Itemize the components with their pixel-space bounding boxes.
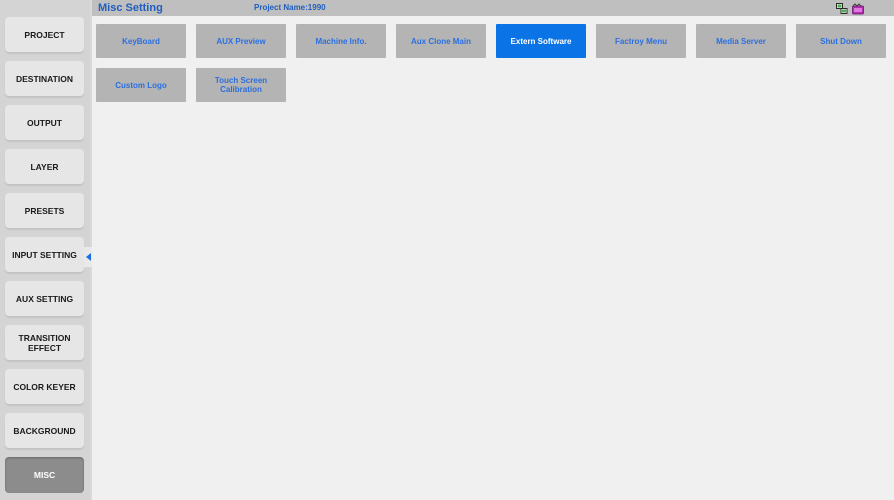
sidebar-item-layer[interactable]: LAYER (5, 149, 84, 185)
sidebar: PROJECT DESTINATION OUTPUT LAYER PRESETS… (0, 0, 90, 500)
sidebar-item-output[interactable]: OUTPUT (5, 105, 84, 141)
page-title: Misc Setting (98, 2, 163, 14)
touch-screen-calibration-button[interactable]: Touch Screen Calibration (196, 68, 286, 102)
tile-label: Machine Info. (315, 36, 367, 46)
tile-label: Factroy Menu (614, 36, 667, 46)
tile-label: Aux Clone Main (410, 36, 471, 46)
sidebar-item-aux-setting[interactable]: AUX SETTING (5, 281, 84, 317)
sidebar-item-project[interactable]: PROJECT (5, 17, 84, 53)
sidebar-item-presets[interactable]: PRESETS (5, 193, 84, 229)
keyboard-button[interactable]: KeyBoard (96, 24, 186, 58)
tile-label: Media Server (716, 36, 766, 46)
status-icons (836, 2, 864, 15)
custom-logo-button[interactable]: Custom Logo (96, 68, 186, 102)
header-bar: Misc Setting Project Name:1990 (92, 0, 894, 16)
sidebar-item-label: AUX SETTING (15, 294, 74, 304)
sidebar-item-label: PROJECT (24, 30, 65, 40)
sidebar-item-label: PRESETS (24, 206, 65, 216)
sidebar-item-transition-effect[interactable]: TRANSITION EFFECT (5, 325, 84, 361)
sidebar-item-color-keyer[interactable]: COLOR KEYER (5, 369, 84, 405)
media-status-icon[interactable] (852, 2, 864, 15)
sidebar-item-destination[interactable]: DESTINATION (5, 61, 84, 97)
aux-clone-main-button[interactable]: Aux Clone Main (396, 24, 486, 58)
project-name: Project Name:1990 (254, 3, 326, 12)
tile-label: AUX Preview (216, 36, 266, 46)
sidebar-item-label: BACKGROUND (13, 426, 76, 436)
sidebar-item-label: LAYER (30, 162, 59, 172)
machine-info-button[interactable]: Machine Info. (296, 24, 386, 58)
sidebar-item-background[interactable]: BACKGROUND (5, 413, 84, 449)
sidebar-item-label: DESTINATION (16, 74, 73, 84)
aux-preview-button[interactable]: AUX Preview (196, 24, 286, 58)
tile-label: Shut Down (820, 36, 862, 46)
extern-software-button[interactable]: Extern Software (496, 24, 586, 58)
chevron-left-icon (85, 253, 91, 261)
media-server-button[interactable]: Media Server (696, 24, 786, 58)
network-status-icon[interactable] (836, 2, 848, 14)
tile-label: Touch Screen Calibration (214, 76, 268, 94)
sidebar-item-label: INPUT SETTING (12, 250, 77, 260)
shut-down-button[interactable]: Shut Down (796, 24, 886, 58)
sidebar-collapse-handle[interactable] (84, 247, 92, 267)
sidebar-item-input-setting[interactable]: INPUT SETTING (5, 237, 84, 273)
tile-label: Custom Logo (115, 80, 167, 90)
sidebar-item-misc[interactable]: MISC (5, 457, 84, 493)
sidebar-item-label: MISC (33, 470, 56, 480)
sidebar-item-label: OUTPUT (27, 118, 62, 128)
tile-label: Extern Software (510, 36, 572, 46)
tile-label: KeyBoard (122, 36, 160, 46)
factory-menu-button[interactable]: Factroy Menu (596, 24, 686, 58)
sidebar-item-label: TRANSITION EFFECT (18, 333, 71, 353)
misc-panel: KeyBoard AUX Preview Machine Info. Aux C… (92, 16, 894, 500)
sidebar-item-label: COLOR KEYER (13, 382, 76, 392)
